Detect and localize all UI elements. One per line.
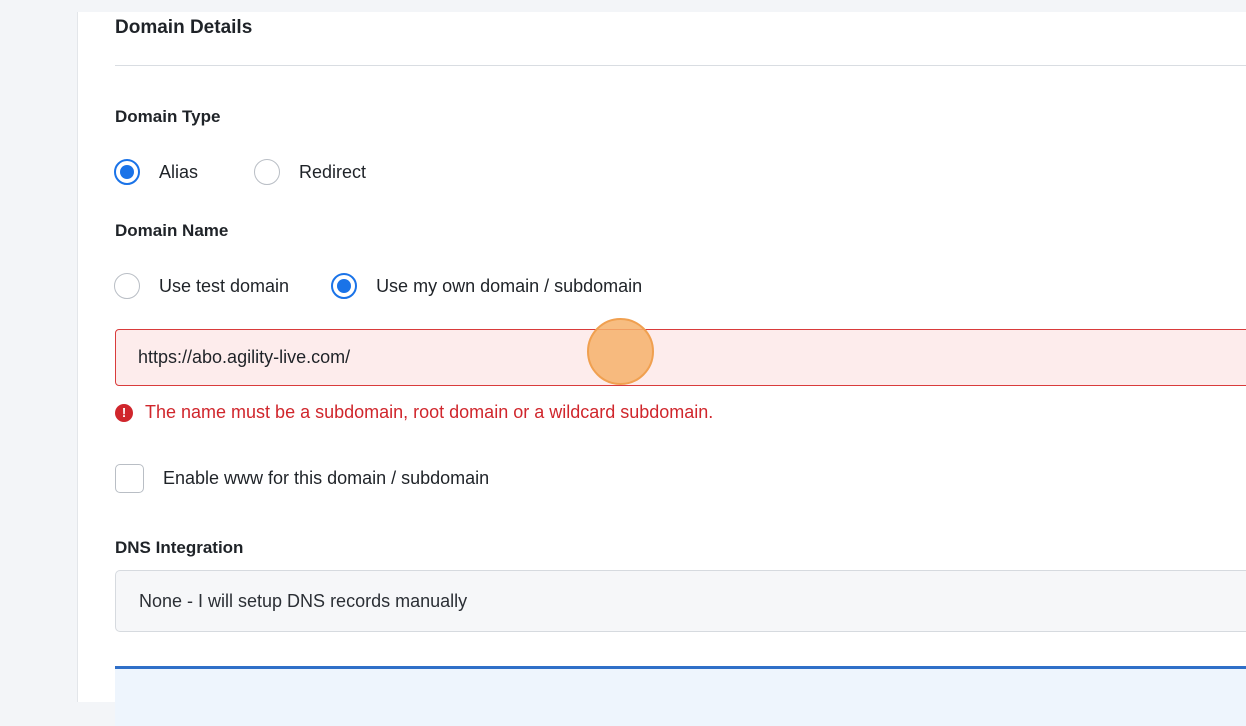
radio-option-redirect[interactable]: Redirect <box>254 159 366 185</box>
own-domain-radio-label: Use my own domain / subdomain <box>376 275 643 296</box>
radio-option-alias[interactable]: Alias <box>114 159 198 185</box>
domain-details-card: Domain Details Domain Type Alias Redirec… <box>77 12 1246 726</box>
dns-integration-select[interactable]: None - I will setup DNS records manually <box>115 570 1246 632</box>
redirect-radio-label: Redirect <box>299 161 367 182</box>
dns-integration-label: DNS Integration <box>115 538 244 557</box>
alias-radio-label: Alias <box>159 161 199 182</box>
domain-name-radio-group: Use test domain Use my own domain / subd… <box>114 273 692 299</box>
radio-option-own-domain[interactable]: Use my own domain / subdomain <box>331 273 642 299</box>
enable-www-label: Enable www for this domain / subdomain <box>163 468 490 488</box>
domain-name-label: Domain Name <box>115 221 229 240</box>
section-divider <box>115 65 1246 66</box>
own-domain-radio[interactable] <box>331 273 358 299</box>
exclamation-circle-icon: ! <box>115 403 133 422</box>
alias-radio[interactable] <box>114 159 140 185</box>
enable-www-option[interactable]: Enable www for this domain / subdomain <box>115 464 489 493</box>
domain-type-radio-group: Alias Redirect <box>114 159 416 185</box>
section-title: Domain Details <box>115 17 253 38</box>
test-domain-radio[interactable] <box>114 273 140 299</box>
domain-error-message: ! The name must be a subdomain, root dom… <box>115 402 713 423</box>
test-domain-radio-label: Use test domain <box>159 275 290 296</box>
error-text: The name must be a subdomain, root domai… <box>145 402 714 422</box>
domain-type-label: Domain Type <box>115 107 221 126</box>
domain-url-input[interactable]: https://abo.agility-live.com/ <box>115 329 1246 386</box>
radio-option-test-domain[interactable]: Use test domain <box>114 273 289 299</box>
redirect-radio[interactable] <box>254 159 281 185</box>
enable-www-checkbox[interactable] <box>115 464 144 493</box>
info-panel <box>115 666 1246 726</box>
